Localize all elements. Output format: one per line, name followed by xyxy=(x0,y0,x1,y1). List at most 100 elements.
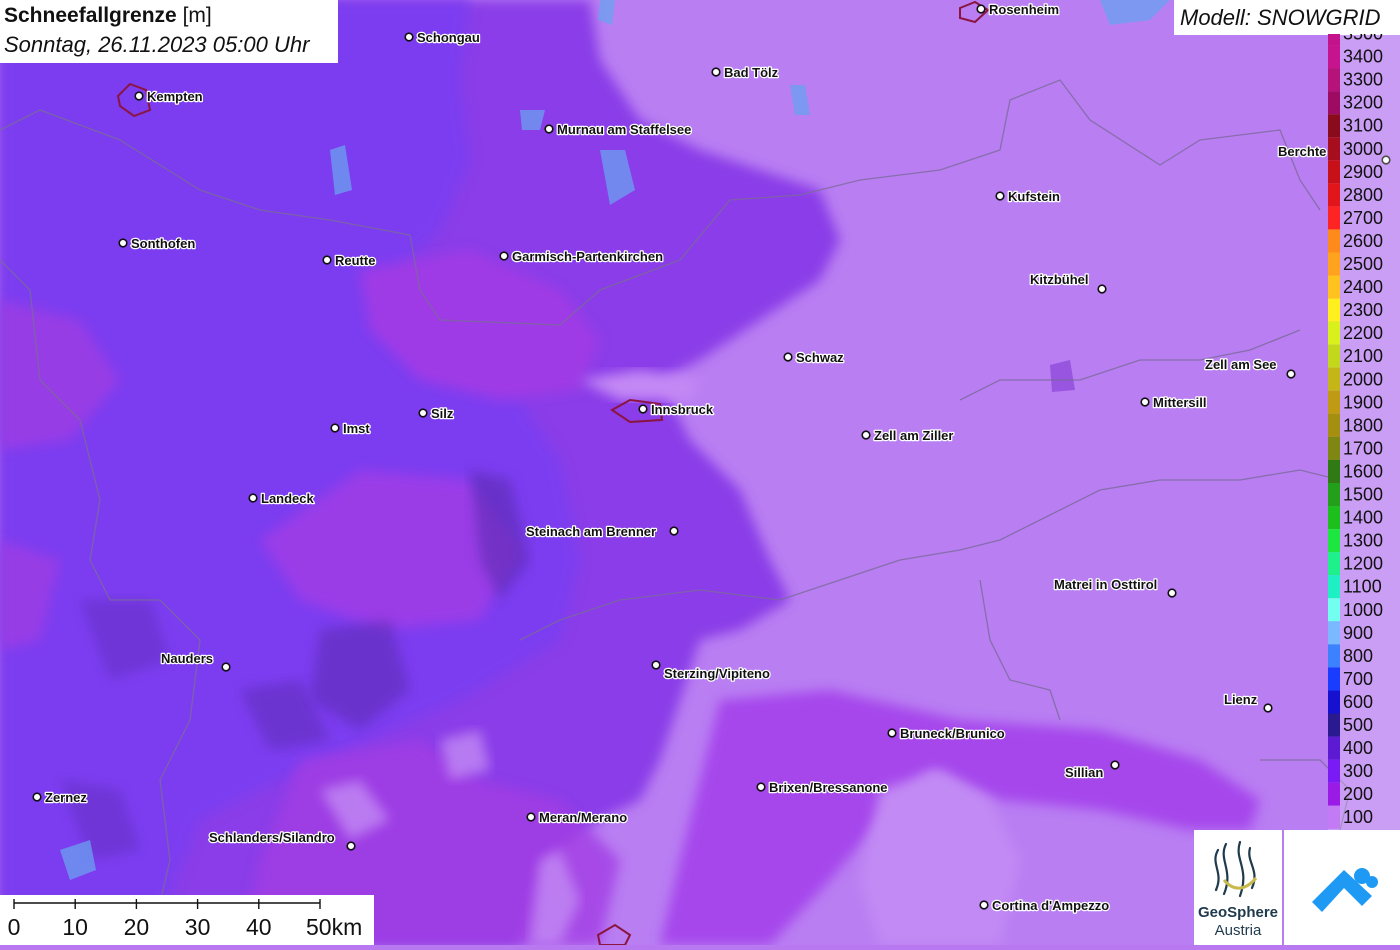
legend-swatch xyxy=(1328,68,1340,92)
city-marker[interactable]: Sonthofen xyxy=(118,235,197,252)
legend-label: 3400 xyxy=(1343,47,1383,67)
scale-tick-label: 50km xyxy=(306,914,362,940)
city-label: Mittersill xyxy=(1153,395,1206,410)
city-label: Nauders xyxy=(161,651,213,666)
city-dot xyxy=(322,255,332,265)
weather-app-logo[interactable] xyxy=(1284,830,1400,945)
city-dot xyxy=(1097,284,1107,294)
city-marker[interactable]: Rosenheim xyxy=(976,1,1060,18)
legend-label: 2900 xyxy=(1343,162,1383,182)
legend-swatch xyxy=(1328,575,1340,599)
legend-label: 1500 xyxy=(1343,485,1383,505)
legend-swatch xyxy=(1328,160,1340,184)
legend-swatch xyxy=(1328,644,1340,668)
legend-label: 3500 xyxy=(1343,34,1383,44)
legend-swatch xyxy=(1328,805,1340,829)
legend-swatch xyxy=(1328,183,1340,207)
legend-label: 500 xyxy=(1343,715,1373,735)
legend-swatch xyxy=(1328,667,1340,691)
model-box: Modell: SNOWGRID xyxy=(1174,0,1400,35)
scale-bar: 0 10 20 30 40 50km xyxy=(0,895,374,945)
city-dot xyxy=(134,91,144,101)
city-label: Murnau am Staffelsee xyxy=(557,122,691,137)
city-marker[interactable]: Murnau am Staffelsee xyxy=(544,121,693,138)
city-label: Cortina d'Ampezzo xyxy=(992,898,1109,913)
legend-label: 1100 xyxy=(1343,577,1382,597)
legend-swatch xyxy=(1328,390,1340,414)
geosphere-name: GeoSphere xyxy=(1197,904,1279,921)
city-dot xyxy=(544,124,554,134)
map-title-box: Schneefallgrenze [m] Sonntag, 26.11.2023… xyxy=(0,0,338,63)
geosphere-emblem-icon xyxy=(1214,840,1258,898)
city-label: Imst xyxy=(343,421,370,436)
city-marker[interactable]: Meran/Merano xyxy=(526,809,628,826)
legend-label: 2500 xyxy=(1343,254,1383,274)
legend-label: 2600 xyxy=(1343,231,1383,251)
geosphere-logo[interactable]: GeoSphere Austria xyxy=(1194,830,1282,945)
city-dot xyxy=(861,430,871,440)
legend-swatch xyxy=(1328,252,1340,276)
legend-swatch xyxy=(1328,206,1340,230)
legend-swatch xyxy=(1328,436,1340,460)
city-dot xyxy=(669,526,679,536)
title-unit: [m] xyxy=(182,4,212,27)
legend-swatch xyxy=(1328,229,1340,253)
city-label: Matrei in Osttirol xyxy=(1054,577,1157,592)
city-marker[interactable]: Innsbruck xyxy=(638,401,715,418)
city-label: Schlanders/Silandro xyxy=(209,830,335,845)
legend-label: 1400 xyxy=(1343,508,1383,528)
city-label: Zernez xyxy=(45,790,87,805)
legend-label: 200 xyxy=(1343,784,1373,804)
legend-label: 2400 xyxy=(1343,277,1383,297)
city-label: Reutte xyxy=(335,253,375,268)
legend-label: 3200 xyxy=(1343,93,1383,113)
legend-label: 1900 xyxy=(1343,392,1383,412)
legend-label: 2800 xyxy=(1343,185,1383,205)
city-dot xyxy=(1140,397,1150,407)
city-marker[interactable]: Schongau xyxy=(404,29,481,46)
legend-label: 800 xyxy=(1343,646,1373,666)
city-label: Silz xyxy=(431,406,454,421)
city-marker[interactable]: Zell am Ziller xyxy=(861,427,955,444)
city-dot xyxy=(887,728,897,738)
city-dot xyxy=(711,67,721,77)
city-marker[interactable]: Brixen/Bressanone xyxy=(756,779,889,796)
city-dot xyxy=(1167,588,1177,598)
city-dot xyxy=(346,841,356,851)
legend-label: 3100 xyxy=(1343,116,1383,136)
city-marker[interactable]: Cortina d'Ampezzo xyxy=(979,897,1111,914)
city-marker[interactable]: Steinach am Brenner xyxy=(525,523,679,540)
legend-label: 100 xyxy=(1343,807,1373,827)
legend-label: 1300 xyxy=(1343,531,1383,551)
scale-tick-label: 0 xyxy=(8,914,21,940)
city-dot xyxy=(499,251,509,261)
legend-swatch xyxy=(1328,413,1340,437)
city-dot xyxy=(118,238,128,248)
legend-label: 1700 xyxy=(1343,438,1383,458)
city-dot xyxy=(248,493,258,503)
legend-swatch xyxy=(1328,483,1340,507)
city-label: Sterzing/Vipiteno xyxy=(664,666,770,681)
legend-swatch xyxy=(1328,621,1340,645)
city-dot xyxy=(783,352,793,362)
legend-swatch xyxy=(1328,367,1340,391)
legend-swatch xyxy=(1328,298,1340,322)
snowfall-limit-map[interactable]: Rosenheim Schongau Kempten Bad Tölz Murnau a… xyxy=(0,0,1400,945)
legend-swatch xyxy=(1328,34,1340,46)
city-dot xyxy=(979,900,989,910)
city-marker[interactable]: Garmisch-Partenkirchen xyxy=(499,248,664,265)
legend-label: 1600 xyxy=(1343,461,1383,481)
city-label: Bruneck/Brunico xyxy=(900,726,1005,741)
city-label: Zell am See xyxy=(1205,357,1277,372)
city-marker[interactable]: Bruneck/Brunico xyxy=(887,725,1006,742)
cloud-arrow-icon xyxy=(1312,868,1378,912)
city-label: Brixen/Bressanone xyxy=(769,780,888,795)
map-datetime: Sonntag, 26.11.2023 05:00 Uhr xyxy=(4,32,310,57)
legend-swatch xyxy=(1328,91,1340,115)
city-label: Landeck xyxy=(261,491,315,506)
city-label: Meran/Merano xyxy=(539,810,627,825)
city-label: Kufstein xyxy=(1008,189,1060,204)
city-label: Zell am Ziller xyxy=(874,428,953,443)
legend-label: 2100 xyxy=(1343,346,1383,366)
legend-swatch xyxy=(1328,598,1340,622)
